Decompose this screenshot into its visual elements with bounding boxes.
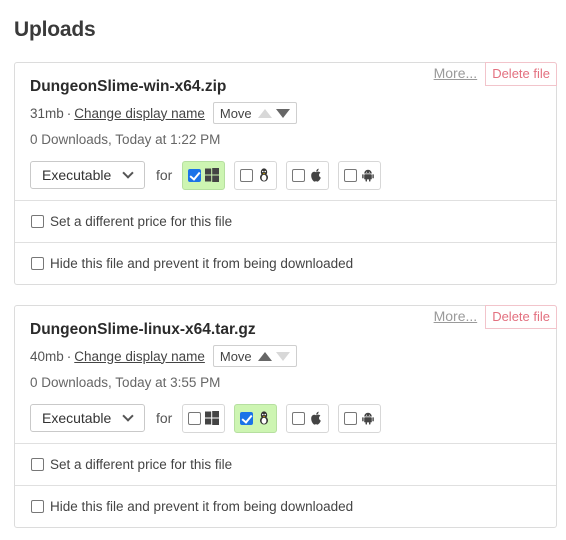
hide-option-label: Hide this file and prevent it from being… bbox=[50, 499, 354, 514]
move-down-icon[interactable] bbox=[275, 108, 290, 118]
upload-card: More... Delete file DungeonSlime-win-x64… bbox=[14, 62, 557, 285]
file-type-value: Executable bbox=[42, 167, 112, 183]
platform-linux-toggle[interactable] bbox=[234, 403, 278, 433]
file-type-select[interactable]: Executable bbox=[30, 404, 145, 432]
price-option-label: Set a different price for this file bbox=[50, 214, 233, 229]
card-actions: More... Delete file bbox=[434, 305, 557, 329]
for-label: for bbox=[156, 167, 173, 183]
apple-icon bbox=[311, 168, 322, 182]
separator: · bbox=[66, 105, 72, 121]
move-control: Move bbox=[212, 102, 297, 124]
card-actions: More... Delete file bbox=[434, 62, 557, 86]
price-option-row[interactable]: Set a different price for this file bbox=[15, 443, 556, 485]
price-checkbox[interactable] bbox=[31, 215, 44, 228]
mac-checkbox[interactable] bbox=[292, 168, 306, 182]
move-down-icon[interactable] bbox=[275, 351, 290, 361]
hide-checkbox[interactable] bbox=[31, 257, 44, 270]
android-icon bbox=[362, 169, 375, 182]
separator: · bbox=[66, 348, 72, 364]
mac-checkbox[interactable] bbox=[292, 411, 306, 425]
platform-linux-toggle[interactable] bbox=[234, 160, 278, 190]
chevron-down-icon bbox=[122, 409, 134, 422]
linux-checkbox[interactable] bbox=[240, 411, 254, 425]
file-meta-row: 31mb · Change display name Move bbox=[30, 102, 297, 124]
platform-mac-toggle[interactable] bbox=[286, 403, 330, 433]
upload-card: More... Delete file DungeonSlime-linux-x… bbox=[14, 305, 557, 528]
linux-tux-icon bbox=[260, 411, 269, 425]
delete-file-button[interactable]: Delete file bbox=[485, 62, 557, 86]
hide-option-row[interactable]: Hide this file and prevent it from being… bbox=[15, 485, 556, 527]
hide-option-label: Hide this file and prevent it from being… bbox=[50, 256, 354, 271]
hide-checkbox[interactable] bbox=[31, 500, 44, 513]
move-label: Move bbox=[219, 105, 252, 121]
windows-checkbox[interactable] bbox=[188, 168, 202, 182]
download-stats: 0 Downloads, Today at 3:55 PM bbox=[30, 375, 221, 390]
windows-icon bbox=[205, 411, 220, 425]
file-type-value: Executable bbox=[42, 410, 112, 426]
page-title: Uploads bbox=[14, 18, 96, 41]
hide-option-row[interactable]: Hide this file and prevent it from being… bbox=[15, 242, 556, 284]
change-display-name-link[interactable]: Change display name bbox=[74, 106, 205, 121]
change-display-name-link[interactable]: Change display name bbox=[74, 349, 205, 364]
file-size: 40mb bbox=[30, 348, 64, 364]
price-option-row[interactable]: Set a different price for this file bbox=[15, 200, 556, 242]
download-stats: 0 Downloads, Today at 1:22 PM bbox=[30, 132, 221, 147]
delete-file-button[interactable]: Delete file bbox=[485, 305, 557, 329]
file-size: 31mb bbox=[30, 105, 64, 121]
platform-android-toggle[interactable] bbox=[338, 160, 382, 190]
file-name: DungeonSlime-win-x64.zip bbox=[30, 78, 227, 95]
more-link[interactable]: More... bbox=[434, 62, 486, 86]
platform-windows-toggle[interactable] bbox=[182, 403, 226, 433]
platform-row: Executable for bbox=[30, 160, 390, 190]
linux-checkbox[interactable] bbox=[240, 168, 254, 182]
file-type-select[interactable]: Executable bbox=[30, 161, 145, 189]
android-checkbox[interactable] bbox=[344, 168, 358, 182]
android-checkbox[interactable] bbox=[344, 411, 358, 425]
move-up-icon[interactable] bbox=[257, 108, 272, 118]
linux-tux-icon bbox=[260, 168, 269, 182]
move-up-icon[interactable] bbox=[257, 351, 272, 361]
platform-windows-toggle[interactable] bbox=[182, 160, 226, 190]
price-checkbox[interactable] bbox=[31, 458, 44, 471]
file-name: DungeonSlime-linux-x64.tar.gz bbox=[30, 321, 256, 338]
for-label: for bbox=[156, 410, 173, 426]
platform-row: Executable for bbox=[30, 403, 390, 433]
move-control: Move bbox=[212, 345, 297, 367]
platform-android-toggle[interactable] bbox=[338, 403, 382, 433]
price-option-label: Set a different price for this file bbox=[50, 457, 233, 472]
move-label: Move bbox=[219, 348, 252, 364]
platform-mac-toggle[interactable] bbox=[286, 160, 330, 190]
chevron-down-icon bbox=[122, 166, 134, 179]
file-meta-row: 40mb · Change display name Move bbox=[30, 345, 297, 367]
apple-icon bbox=[311, 411, 322, 425]
windows-checkbox[interactable] bbox=[188, 411, 202, 425]
windows-icon bbox=[205, 168, 220, 182]
more-link[interactable]: More... bbox=[434, 305, 486, 329]
android-icon bbox=[362, 412, 375, 425]
